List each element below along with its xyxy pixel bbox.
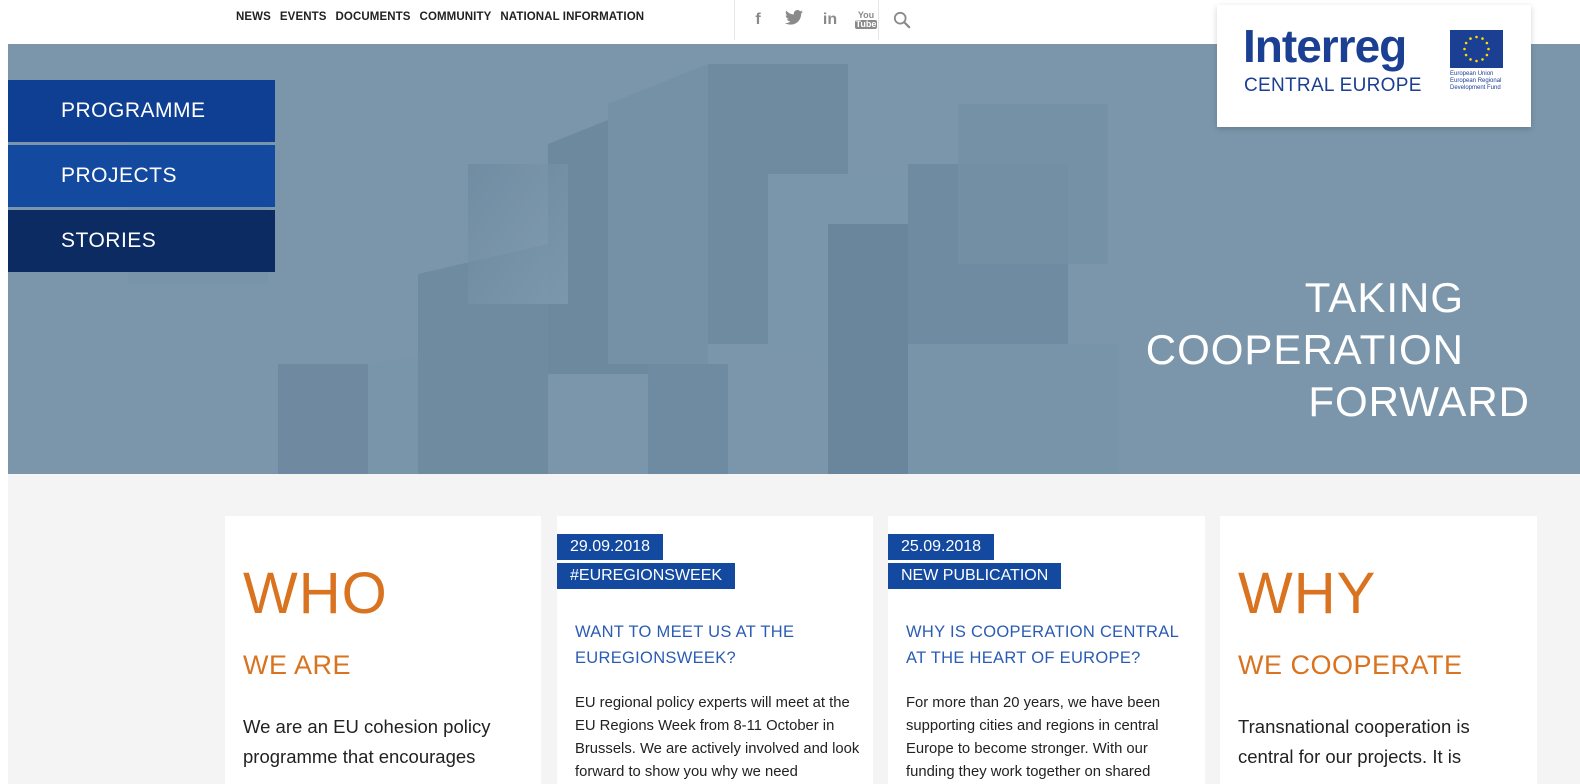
eu-flag-icon	[1450, 30, 1503, 68]
eu-label-line: European Union	[1450, 71, 1494, 77]
card-text: We are an EU cohesion policy programme t…	[243, 716, 491, 767]
search-icon	[893, 11, 910, 29]
side-navigation: PROGRAMME PROJECTS STORIES	[8, 80, 275, 275]
news-card[interactable]: 29.09.2018 #EUREGIONSWEEK WANT TO MEET U…	[557, 516, 873, 784]
eu-fund-label: European Union European Regional Develop…	[1450, 71, 1510, 92]
sidenav-programme[interactable]: PROGRAMME	[8, 80, 275, 142]
who-we-are-card[interactable]: WHO WE ARE We are an EU cohesion policy …	[225, 516, 541, 784]
facebook-icon[interactable]: f	[747, 11, 769, 29]
eu-label-line: European Regional	[1450, 78, 1502, 84]
news-card[interactable]: 25.09.2018 NEW PUBLICATION WHY IS COOPER…	[888, 516, 1205, 784]
sidenav-projects[interactable]: PROJECTS	[8, 145, 275, 207]
card-subheading: WE COOPERATE	[1238, 650, 1463, 680]
card-subheading: WE ARE	[243, 650, 352, 680]
news-category-badge[interactable]: NEW PUBLICATION	[888, 563, 1062, 589]
eu-label-line: Development Fund	[1450, 85, 1501, 91]
top-navigation: NEWS EVENTS DOCUMENTS COMMUNITY NATIONAL…	[236, 11, 644, 23]
twitter-icon[interactable]	[783, 10, 805, 30]
youtube-icon-bottom: Tube	[855, 19, 877, 29]
news-title-link[interactable]: WHY IS COOPERATION CENTRAL AT THE HEART …	[906, 619, 1191, 671]
topnav-national-information-link[interactable]: NATIONAL INFORMATION	[500, 11, 644, 23]
topnav-documents-link[interactable]: DOCUMENTS	[336, 11, 411, 23]
social-links: f in You Tube	[734, 0, 877, 40]
tagline-line: COOPERATION	[1145, 326, 1464, 373]
news-category-badge[interactable]: #EUREGIONSWEEK	[557, 563, 736, 589]
topnav-community-link[interactable]: COMMUNITY	[420, 11, 492, 23]
logo-wordmark: Interreg	[1243, 20, 1407, 72]
news-title-link[interactable]: WANT TO MEET US AT THE EUREGIONSWEEK?	[575, 619, 860, 671]
why-we-cooperate-card[interactable]: WHY WE COOPERATE Transnational cooperati…	[1220, 516, 1537, 784]
logo-subtitle: CENTRAL EUROPE	[1244, 75, 1422, 96]
hero-tagline: TAKING COOPERATION FORWARD	[1146, 272, 1530, 428]
linkedin-icon[interactable]: in	[819, 11, 841, 29]
news-date-badge: 29.09.2018	[557, 534, 664, 560]
card-heading: WHY	[1238, 561, 1377, 626]
tagline-line: FORWARD	[1308, 378, 1530, 425]
topnav-news-link[interactable]: NEWS	[236, 11, 271, 23]
search-button[interactable]	[878, 0, 924, 40]
card-text: Transnational cooperation is central for…	[1238, 716, 1470, 767]
news-excerpt: EU regional policy experts will meet at …	[575, 695, 860, 780]
sidenav-stories[interactable]: STORIES	[8, 210, 275, 272]
interreg-logo[interactable]: Interreg CENTRAL EUROPE European Union E…	[1217, 5, 1531, 127]
card-heading: WHO	[243, 561, 388, 626]
topnav-events-link[interactable]: EVENTS	[280, 11, 327, 23]
news-excerpt: For more than 20 years, we have been sup…	[906, 695, 1161, 780]
news-date-badge: 25.09.2018	[888, 534, 995, 560]
tagline-line: TAKING	[1304, 274, 1464, 321]
youtube-icon[interactable]: You Tube	[855, 11, 877, 29]
